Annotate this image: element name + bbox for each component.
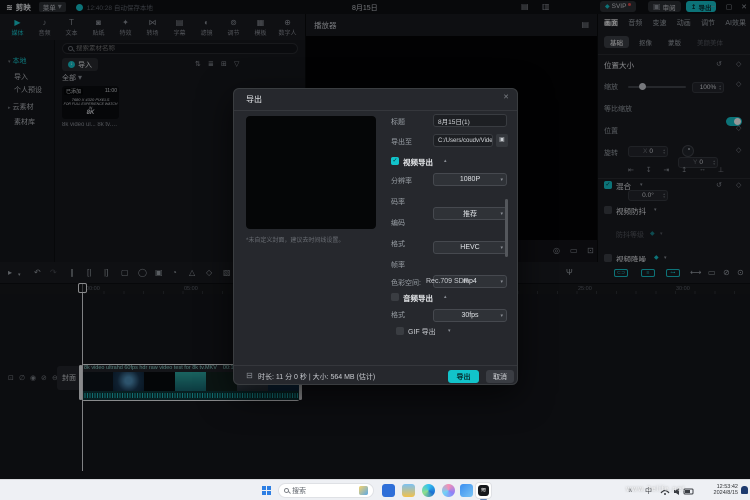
taskbar-edge-icon[interactable]: [422, 484, 435, 497]
info-icon: ⊟: [246, 372, 253, 380]
format-label: 格式: [391, 239, 405, 249]
taskbar-capcut-active[interactable]: ≋: [475, 482, 492, 499]
collapse-icon[interactable]: ▾: [448, 328, 451, 334]
dialog-scrollbar[interactable]: [505, 199, 508, 257]
screen: ≋ 剪映 菜单▾ 12:40:28 自动保存本地 8月15日 ▤ ▥ ◆SVIP…: [0, 0, 750, 500]
cover-note: *未自定义封面，建议去时间线设置。: [246, 235, 381, 244]
folder-icon: ▣: [499, 137, 505, 143]
start-button[interactable]: [262, 486, 271, 495]
framerate-select[interactable]: 30fps▾: [433, 309, 507, 322]
watermark: www.3elife.net: [626, 486, 685, 493]
collapse-icon[interactable]: ▴: [444, 294, 447, 300]
taskbar-explorer-icon[interactable]: [402, 484, 415, 497]
codec-select[interactable]: HEVC▾: [433, 241, 507, 254]
export-name-input[interactable]: 8月15日(1): [433, 114, 507, 127]
taskbar-store-icon[interactable]: [382, 484, 395, 497]
resolution-label: 分辨率: [391, 176, 412, 186]
taskbar-copilot-icon[interactable]: [442, 484, 455, 497]
colorspace-value: Rec.709 SDR: [426, 278, 469, 285]
export-summary: 时长: 11 分 0 秒 | 大小: 564 MB (估计): [258, 372, 375, 382]
weather-widget-icon: [359, 486, 368, 495]
framerate-label: 帧率: [391, 260, 405, 270]
export-cancel-button[interactable]: 取消: [486, 370, 514, 383]
name-label: 标题: [391, 117, 405, 127]
export-path-input[interactable]: C:/Users/coudv/Videos/...: [433, 134, 493, 147]
export-settings-scroll[interactable]: 标题 8月15日(1) 导出至 C:/Users/coudv/Videos/..…: [384, 113, 510, 353]
gif-export-checkbox[interactable]: [396, 327, 404, 335]
export-confirm-button[interactable]: 导出: [448, 370, 479, 383]
export-cover-preview[interactable]: [246, 116, 376, 229]
taskbar-search[interactable]: 搜索: [278, 483, 374, 498]
clock[interactable]: 12:53:42 2024/8/15: [700, 484, 738, 496]
dialog-close-icon[interactable]: ✕: [503, 93, 509, 101]
bitrate-label: 码率: [391, 197, 405, 207]
codec-label: 编码: [391, 218, 405, 228]
video-export-section: 视频导出: [403, 157, 433, 168]
collapse-icon[interactable]: ▴: [444, 158, 447, 164]
taskbar-cloud-app-icon[interactable]: [460, 484, 473, 497]
audio-export-section: 音频导出: [403, 293, 433, 304]
resolution-select[interactable]: 1080P▾: [433, 173, 507, 186]
browse-folder-button[interactable]: ▣: [496, 134, 508, 147]
gif-export-section: GIF 导出: [408, 327, 436, 337]
dialog-title: 导出: [246, 94, 262, 105]
audio-format-label: 格式: [391, 310, 405, 320]
notification-bell-icon[interactable]: [741, 486, 748, 494]
capcut-icon: ≋: [478, 485, 489, 496]
video-export-checkbox[interactable]: ✓: [391, 157, 399, 165]
export-dialog: 导出 ✕ *未自定义封面，建议去时间线设置。 标题 8月15日(1) 导出至 C…: [233, 88, 518, 385]
path-label: 导出至: [391, 137, 412, 147]
bitrate-select[interactable]: 推荐▾: [433, 207, 507, 220]
search-icon: [284, 488, 289, 493]
colorspace-label: 色彩空间:: [391, 278, 421, 288]
audio-export-checkbox[interactable]: [391, 293, 399, 301]
